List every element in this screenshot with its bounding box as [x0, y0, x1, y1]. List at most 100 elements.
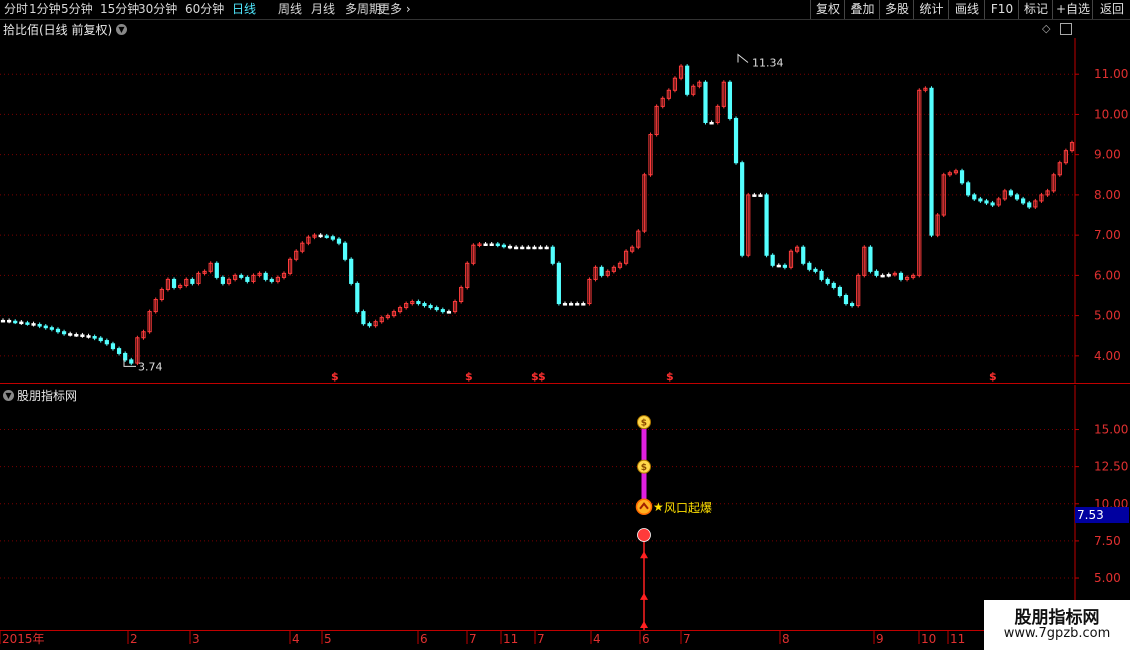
candle-body-93 — [568, 303, 574, 306]
candle-body-19 — [116, 348, 122, 354]
fire-icon — [635, 498, 653, 516]
toolbar-button-5[interactable]: F10 — [984, 0, 1019, 19]
candle-body-127 — [776, 264, 781, 268]
period-tab-2[interactable]: 5分钟 — [61, 2, 93, 17]
candle-body-84 — [514, 246, 519, 250]
candle-body-136 — [831, 282, 836, 288]
candle-body-152 — [929, 87, 934, 236]
candle-body-123 — [752, 194, 757, 197]
indicator-label-3: 7.50 — [1094, 534, 1121, 548]
period-tab-6[interactable]: 日线 — [232, 2, 256, 17]
period-tab-5[interactable]: 60分钟 — [185, 2, 224, 17]
period-tab-1[interactable]: 1分钟 — [29, 2, 61, 17]
candle-body-139 — [849, 303, 855, 307]
candle-body-55 — [336, 238, 342, 244]
stock-title: 拾比佰(日线 前复权) — [3, 21, 112, 38]
toolbar-button-1[interactable]: 叠加 — [844, 0, 880, 19]
toolbar-button-7[interactable]: +自选 — [1052, 0, 1093, 19]
signal-label: 风口起爆 — [664, 501, 712, 515]
period-tab-7[interactable]: 周线 — [278, 2, 302, 17]
candle-body-81 — [495, 243, 500, 246]
date-label-9: 4 — [593, 632, 601, 646]
candle-body-18 — [110, 343, 116, 350]
period-tab-0[interactable]: 分时 — [4, 2, 28, 17]
candle-body-13 — [80, 334, 85, 337]
candle-body-134 — [819, 270, 824, 280]
low-label: 3.74 — [138, 360, 163, 373]
candle-body-167 — [1021, 198, 1026, 204]
candle-body-115 — [703, 81, 708, 123]
star-icon: ★ — [653, 500, 664, 514]
candle-body-39 — [239, 274, 244, 278]
candle-body-1 — [7, 319, 12, 323]
candle-body-59 — [361, 311, 366, 325]
candle-body-43 — [263, 272, 268, 280]
candle-body-79 — [483, 243, 488, 246]
watermark: 股朋指标网 www.7gpzb.com — [984, 600, 1130, 650]
candle-body-98 — [599, 266, 604, 276]
candle-body-119 — [727, 81, 733, 119]
candle-body-9 — [55, 328, 61, 333]
candle-body-143 — [874, 270, 879, 276]
candle-body-166 — [1014, 194, 1020, 200]
period-tab-10[interactable]: 更多 › — [378, 2, 411, 17]
date-label-4: 5 — [324, 632, 332, 646]
candle-body-72 — [440, 309, 445, 313]
toolbar-button-3[interactable]: 统计 — [913, 0, 949, 19]
candle-body-120 — [733, 117, 739, 164]
candle-body-124 — [758, 194, 763, 197]
panel-toggle-icon[interactable] — [1060, 23, 1072, 35]
price-label-0: 11.00 — [1094, 67, 1128, 81]
candle-body-88 — [538, 246, 543, 250]
up-arrow-icon-1 — [640, 592, 648, 600]
indicator-chart[interactable]: 15.0012.5010.007.505.00$$★ 风口起爆 — [0, 385, 1130, 630]
candle-body-12 — [74, 334, 79, 337]
high-label: 11.34 — [752, 57, 784, 70]
candle-body-132 — [807, 262, 812, 270]
candle-body-11 — [68, 333, 73, 336]
date-label-0: 2015年 — [2, 632, 45, 646]
candle-body-73 — [446, 311, 452, 314]
candle-body-125 — [764, 194, 769, 256]
candle-body-58 — [355, 282, 360, 313]
candle-body-128 — [782, 264, 787, 268]
last-value-text: 7.53 — [1077, 508, 1104, 522]
candle-body-28 — [171, 278, 177, 288]
candle-body-16 — [98, 337, 103, 342]
candle-body-35 — [214, 262, 219, 278]
candle-body-15 — [92, 336, 97, 339]
toolbar-button-8[interactable]: 返回 — [1092, 0, 1130, 19]
candle-body-135 — [825, 278, 830, 284]
candle-body-112 — [685, 65, 690, 95]
flame-icon — [637, 528, 651, 542]
toolbar-button-6[interactable]: 标记 — [1018, 0, 1053, 19]
date-label-15: 11 — [950, 632, 965, 646]
collapse-icon[interactable]: ▼ — [116, 24, 127, 35]
period-tab-4[interactable]: 30分钟 — [138, 2, 177, 17]
period-tab-8[interactable]: 月线 — [311, 2, 335, 17]
candle-body-95 — [581, 303, 586, 306]
candlestick-chart[interactable]: 11.00 10.00 9.00 8.00 7.00 6.00 5.00 4.00 11.34 3… — [0, 38, 1130, 384]
candle-body-8 — [49, 327, 54, 330]
candle-body-159 — [972, 194, 977, 200]
candle-body-87 — [532, 246, 537, 250]
toolbar-button-2[interactable]: 多股 — [879, 0, 914, 19]
candle-body-131 — [801, 246, 806, 264]
watermark-url: www.7gpzb.com — [1003, 626, 1111, 641]
period-tab-3[interactable]: 15分钟 — [100, 2, 139, 17]
candle-body-126 — [770, 254, 775, 266]
candle-body-44 — [269, 278, 274, 282]
period-tab-9[interactable]: 多周期 — [345, 2, 381, 17]
candle-body-90 — [550, 246, 555, 264]
candle-body-144 — [880, 274, 885, 278]
candle-body-138 — [843, 295, 849, 305]
diamond-icon[interactable]: ◇ — [1042, 22, 1050, 35]
candle-body-145 — [886, 274, 891, 277]
toolbar-button-4[interactable]: 画线 — [948, 0, 985, 19]
high-pointer — [737, 53, 749, 63]
candle-body-91 — [556, 262, 561, 305]
candle-body-161 — [984, 200, 989, 204]
candle-body-0 — [0, 319, 6, 323]
toolbar-button-0[interactable]: 复权 — [810, 0, 845, 19]
candle-body-69 — [422, 303, 427, 307]
